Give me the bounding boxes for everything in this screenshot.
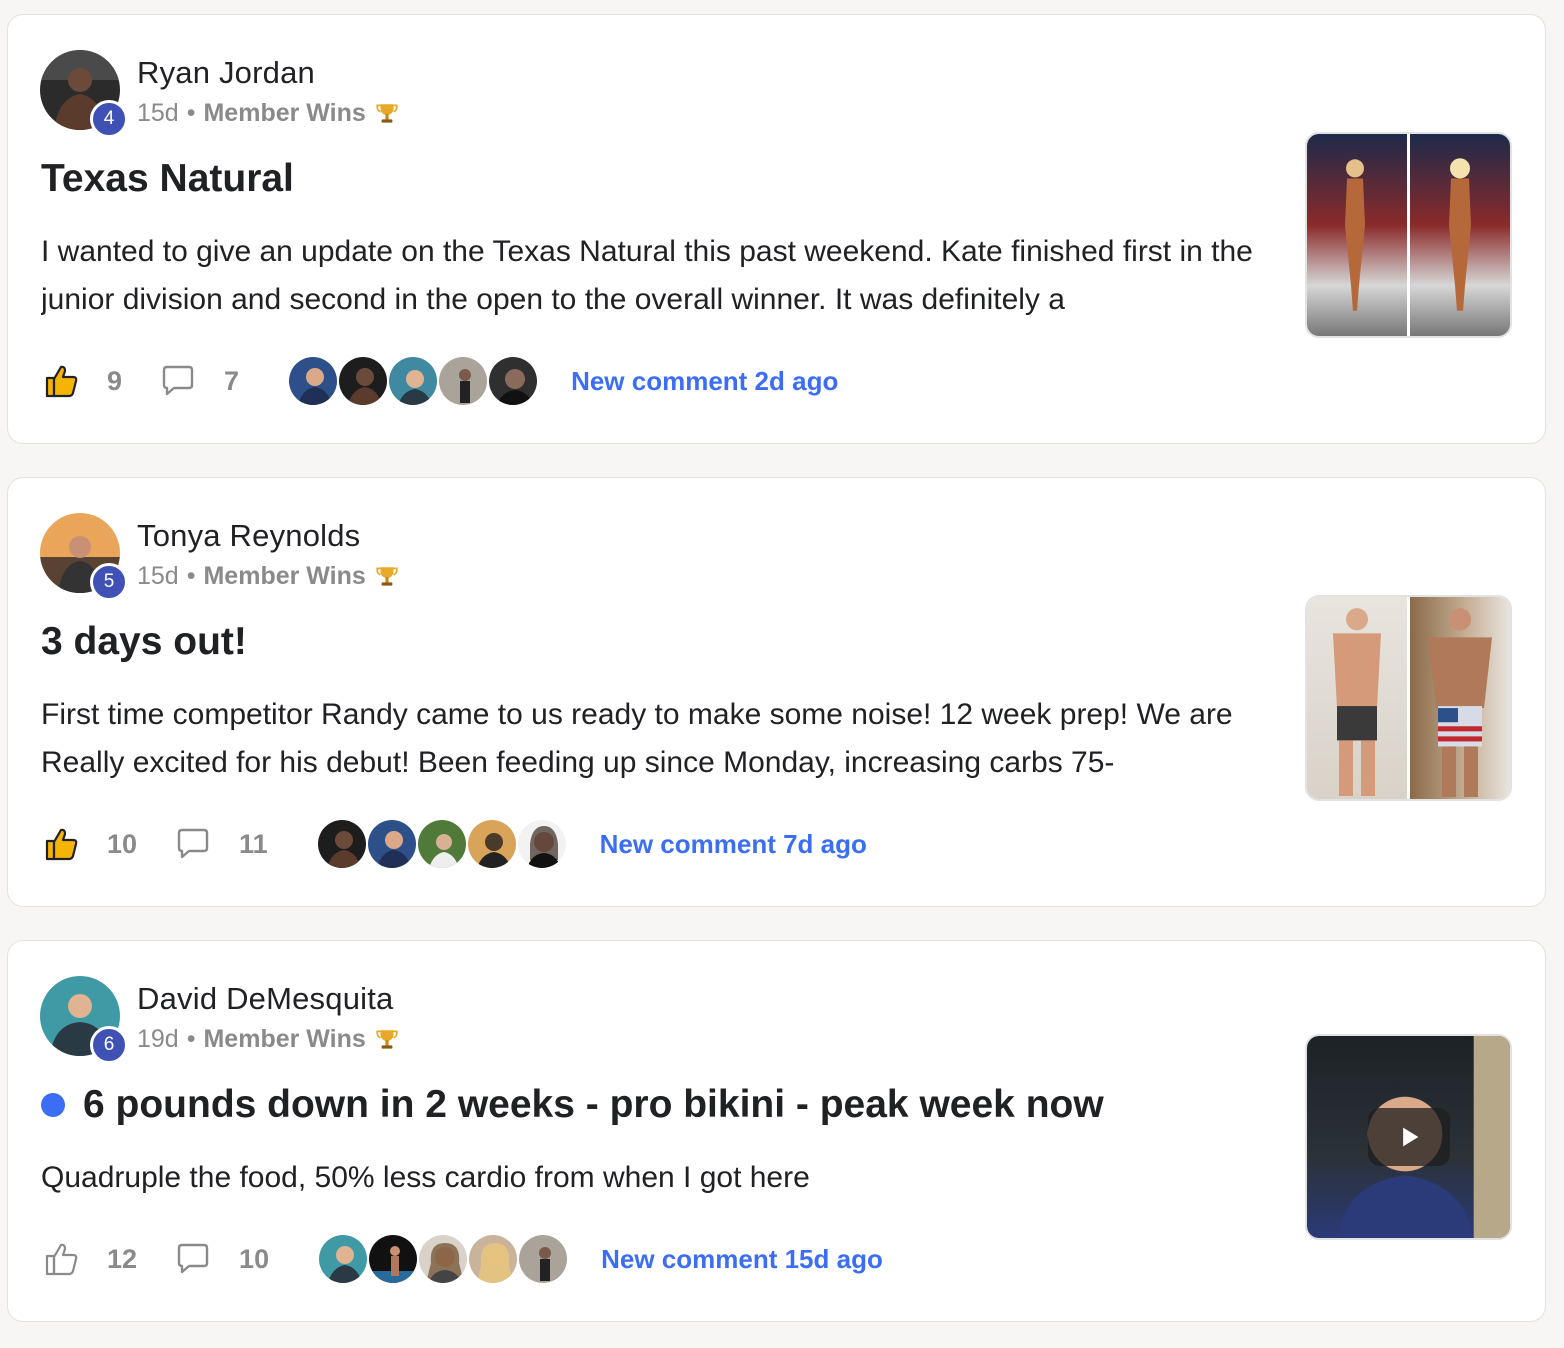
post-excerpt[interactable]: First time competitor Randy came to us r… (41, 691, 1261, 787)
commenter-avatar (367, 1233, 420, 1285)
thumbs-up-icon (45, 365, 78, 398)
recent-commenters (317, 1233, 570, 1285)
like-count: 12 (107, 1243, 138, 1274)
like-button[interactable]: 12 (41, 1239, 137, 1279)
commenter-avatar (417, 1233, 470, 1285)
like-count: 10 (107, 828, 138, 859)
video-play-button[interactable] (1368, 1108, 1450, 1166)
commenter-avatar (315, 818, 368, 870)
thumbnail-image-right (1410, 597, 1510, 799)
trophy-icon (376, 566, 398, 586)
comment-button[interactable]: 11 (173, 824, 268, 864)
comment-count: 7 (224, 365, 240, 396)
post-stats: 12 10 New comment 15d ago (41, 1233, 883, 1285)
commenter-avatar (365, 818, 418, 870)
commenter-avatar (467, 1233, 520, 1285)
commenter-avatar (317, 1233, 370, 1285)
commenter-avatar (437, 355, 490, 407)
category-label[interactable]: Member Wins (203, 1025, 365, 1054)
author-avatar[interactable]: 5 (40, 513, 128, 601)
post-thumbnail[interactable] (1305, 132, 1512, 338)
post-excerpt[interactable]: Quadruple the food, 50% less cardio from… (41, 1154, 1261, 1202)
commenter-avatar (517, 1233, 570, 1285)
post-title-text: Texas Natural (41, 157, 294, 200)
author-avatar[interactable]: 6 (40, 976, 128, 1064)
comment-bubble-icon (177, 828, 209, 859)
like-button[interactable]: 9 (41, 361, 122, 401)
meta-separator: • (186, 99, 196, 127)
comment-count: 11 (239, 828, 268, 859)
meta-separator: • (186, 1025, 196, 1053)
thumbnail-image-left (1307, 597, 1407, 799)
post-thumbnail[interactable] (1305, 595, 1512, 801)
meta-separator: • (186, 562, 196, 590)
commenter-avatar (415, 818, 468, 870)
post-meta: 15d • Member Wins (137, 562, 400, 591)
unread-indicator (41, 1093, 65, 1117)
post-stats: 9 7 New comment 2d ago (41, 355, 838, 407)
post-title-text: 3 days out! (41, 620, 247, 663)
level-badge: 6 (90, 1026, 128, 1064)
commenter-avatar (337, 355, 390, 407)
category-label[interactable]: Member Wins (203, 99, 365, 128)
post-title[interactable]: Texas Natural (41, 157, 294, 201)
video-thumbnail (1307, 1036, 1510, 1238)
new-comment-link[interactable]: New comment 15d ago (601, 1244, 883, 1275)
commenter-avatar (515, 818, 568, 870)
commenter-avatar (287, 355, 340, 407)
comment-button[interactable]: 7 (158, 361, 239, 401)
new-comment-link[interactable]: New comment 2d ago (571, 366, 838, 397)
comment-button[interactable]: 10 (173, 1239, 269, 1279)
recent-commenters (287, 355, 540, 407)
commenter-avatar (387, 355, 440, 407)
post-age: 15d (137, 99, 179, 127)
thumbnail-image-right (1410, 134, 1510, 336)
post-age: 19d (137, 1025, 179, 1053)
trophy-icon (376, 1029, 398, 1049)
new-comment-link[interactable]: New comment 7d ago (600, 829, 867, 860)
commenter-avatar (487, 355, 540, 407)
post-title-text: 6 pounds down in 2 weeks - pro bikini - … (83, 1083, 1104, 1126)
post-card[interactable]: 6 David DeMesquita 19d • Member Wins 6 p… (7, 940, 1546, 1322)
like-button[interactable]: 10 (41, 824, 137, 864)
comment-bubble-icon (177, 1243, 209, 1274)
category-label[interactable]: Member Wins (203, 562, 365, 591)
post-meta: 19d • Member Wins (137, 1025, 400, 1054)
thumbs-up-icon (45, 1243, 78, 1276)
author-avatar[interactable]: 4 (40, 50, 128, 138)
post-age: 15d (137, 562, 179, 590)
post-card[interactable]: 4 Ryan Jordan 15d • Member Wins Texas Na… (7, 14, 1546, 444)
level-badge: 4 (90, 100, 128, 138)
comment-count: 10 (239, 1243, 270, 1274)
post-thumbnail[interactable] (1305, 1034, 1512, 1240)
post-title[interactable]: 3 days out! (41, 620, 247, 664)
post-excerpt[interactable]: I wanted to give an update on the Texas … (41, 228, 1261, 324)
post-stats: 10 11 New comment 7d ago (41, 818, 867, 870)
like-count: 9 (107, 365, 123, 396)
play-icon (1403, 1127, 1419, 1147)
thumbnail-image-left (1307, 134, 1407, 336)
author-name[interactable]: Ryan Jordan (137, 55, 315, 91)
recent-commenters (315, 818, 568, 870)
comment-bubble-icon (162, 365, 194, 396)
level-badge: 5 (90, 563, 128, 601)
commenter-avatar (465, 818, 518, 870)
author-name[interactable]: David DeMesquita (137, 981, 393, 1017)
author-name[interactable]: Tonya Reynolds (137, 518, 360, 554)
thumbs-up-icon (45, 828, 78, 861)
post-card[interactable]: 5 Tonya Reynolds 15d • Member Wins 3 day… (7, 477, 1546, 907)
trophy-icon (376, 103, 398, 123)
post-meta: 15d • Member Wins (137, 99, 400, 128)
post-title[interactable]: 6 pounds down in 2 weeks - pro bikini - … (41, 1083, 1104, 1127)
